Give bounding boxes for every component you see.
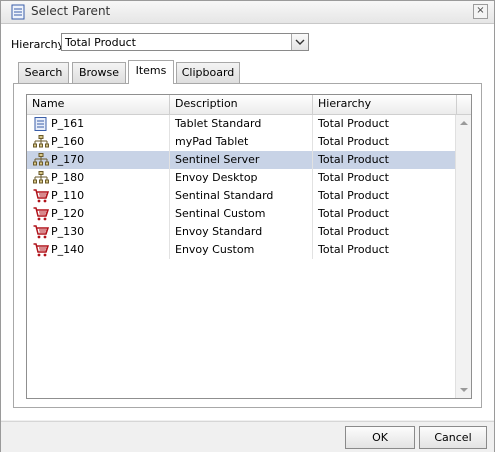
- cell-hierarchy: Total Product: [318, 153, 389, 166]
- table-row[interactable]: P_160 myPad Tablet Total Product: [27, 133, 455, 151]
- table-row[interactable]: P_180 Envoy Desktop Total Product: [27, 169, 455, 187]
- chevron-down-icon: [295, 39, 305, 45]
- tab-label: Items: [135, 64, 167, 77]
- cell-hierarchy: Total Product: [318, 189, 389, 202]
- tab-clipboard[interactable]: Clipboard: [176, 62, 240, 83]
- table-row[interactable]: P_170 Sentinel Server Total Product: [27, 151, 455, 169]
- cell-hierarchy: Total Product: [318, 207, 389, 220]
- table-row[interactable]: P_140 Envoy Custom Total Product: [27, 241, 455, 259]
- ok-button[interactable]: OK: [345, 426, 415, 449]
- row-name: P_161: [51, 117, 85, 130]
- row-name: P_140: [51, 243, 85, 256]
- title-bar[interactable]: Select Parent ×: [1, 1, 494, 24]
- cell-hierarchy: Total Product: [318, 135, 389, 148]
- items-grid: Name Description Hierarchy P_161 Tablet S…: [26, 94, 472, 399]
- cell-hierarchy: Total Product: [318, 171, 389, 184]
- cell-description: Sentinal Custom: [170, 205, 313, 223]
- tab-label: Clipboard: [181, 66, 235, 79]
- scroll-up-icon[interactable]: [460, 121, 468, 125]
- row-name: P_130: [51, 225, 85, 238]
- cart-icon: [33, 189, 49, 203]
- cell-hierarchy: Total Product: [318, 117, 389, 130]
- dialog-content: Hierarchy Total Product Search Browse It…: [1, 24, 494, 420]
- cell-description: Envoy Standard: [170, 223, 313, 241]
- cell-name: P_140: [27, 241, 170, 259]
- dialog-footer: OK Cancel: [1, 421, 494, 452]
- cell-hierarchy: Total Product: [318, 225, 389, 238]
- tab-label: Browse: [78, 66, 120, 79]
- row-name: P_110: [51, 189, 85, 202]
- cart-icon: [33, 225, 49, 239]
- cell-name: P_120: [27, 205, 170, 223]
- row-name: P_120: [51, 207, 85, 220]
- dialog-title: Select Parent: [31, 4, 111, 18]
- cart-icon: [33, 243, 49, 257]
- cell-name: P_110: [27, 187, 170, 205]
- cart-icon: [33, 207, 49, 221]
- cell-name: P_160: [27, 133, 170, 151]
- cell-description: Envoy Desktop: [170, 169, 313, 187]
- cell-name: P_130: [27, 223, 170, 241]
- row-name: P_160: [51, 135, 85, 148]
- document-icon: [34, 117, 47, 131]
- close-button[interactable]: ×: [473, 4, 488, 19]
- dropdown-arrow[interactable]: [291, 34, 308, 50]
- hierarchy-label: Hierarchy: [11, 38, 65, 51]
- tab-browse[interactable]: Browse: [72, 62, 126, 83]
- cell-description: myPad Tablet: [170, 133, 313, 151]
- row-name: P_170: [51, 153, 85, 166]
- grid-rows: P_161 Tablet Standard Total Product P_160 my…: [27, 115, 455, 259]
- column-header-name[interactable]: Name: [27, 95, 170, 114]
- table-row[interactable]: P_130 Envoy Standard Total Product: [27, 223, 455, 241]
- hierarchy-icon: [33, 171, 49, 184]
- cell-description: Tablet Standard: [170, 115, 313, 133]
- table-row[interactable]: P_110 Sentinal Standard Total Product: [27, 187, 455, 205]
- cell-description: Envoy Custom: [170, 241, 313, 259]
- cell-name: P_170: [27, 151, 170, 169]
- document-icon: [11, 4, 25, 20]
- close-icon: ×: [476, 5, 485, 16]
- column-header-description[interactable]: Description: [170, 95, 313, 114]
- cancel-button[interactable]: Cancel: [419, 426, 487, 449]
- cell-hierarchy: Total Product: [318, 243, 389, 256]
- cell-name: P_180: [27, 169, 170, 187]
- column-header-hierarchy[interactable]: Hierarchy: [313, 95, 457, 114]
- items-panel: Name Description Hierarchy P_161 Tablet S…: [13, 83, 482, 408]
- hierarchy-icon: [33, 135, 49, 148]
- scroll-down-icon[interactable]: [460, 388, 468, 392]
- vertical-scrollbar[interactable]: [455, 115, 471, 398]
- cell-description: Sentinel Server: [170, 151, 313, 169]
- hierarchy-select[interactable]: Total Product: [61, 33, 309, 51]
- table-row[interactable]: P_161 Tablet Standard Total Product: [27, 115, 455, 133]
- table-row[interactable]: P_120 Sentinal Custom Total Product: [27, 205, 455, 223]
- tab-search[interactable]: Search: [18, 62, 69, 83]
- cell-name: P_161: [27, 115, 170, 133]
- cell-description: Sentinal Standard: [170, 187, 313, 205]
- tab-items[interactable]: Items: [128, 60, 174, 84]
- row-name: P_180: [51, 171, 85, 184]
- tab-label: Search: [24, 66, 63, 79]
- hierarchy-select-value: Total Product: [65, 36, 136, 49]
- hierarchy-icon: [33, 153, 49, 166]
- grid-header: Name Description Hierarchy: [27, 95, 471, 115]
- select-parent-dialog: Select Parent × Hierarchy Total Product …: [0, 0, 495, 452]
